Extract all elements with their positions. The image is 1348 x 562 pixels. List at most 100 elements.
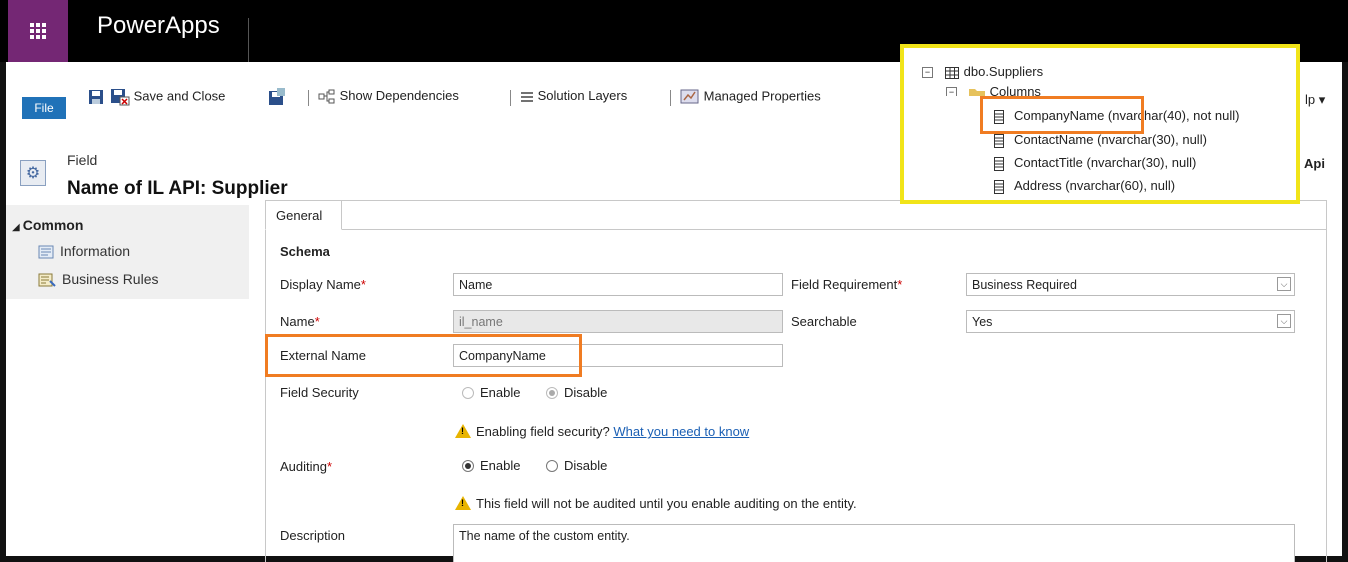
solution-layers-label: Solution Layers — [537, 88, 628, 103]
nav-item-label: Business Rules — [62, 271, 159, 287]
managed-properties-icon — [680, 89, 699, 104]
field-security-disable-radio[interactable]: Disable — [546, 385, 607, 400]
field-security-enable-radio[interactable]: Enable — [462, 385, 520, 400]
save-button[interactable] — [88, 88, 104, 105]
auditing-label: Auditing* — [280, 459, 332, 474]
nav-section-label: Common — [22, 217, 84, 233]
nav-item-business-rules[interactable]: Business Rules — [38, 271, 159, 288]
toolbar-divider — [308, 90, 309, 106]
tab-general[interactable]: General — [265, 200, 342, 230]
auditing-disable-radio[interactable]: Disable — [546, 458, 607, 473]
radio-icon — [462, 387, 474, 399]
tab-underline — [342, 229, 1327, 230]
header-right-text: Api — [1304, 156, 1325, 171]
warning-text: This field will not be audited until you… — [476, 496, 857, 511]
description-label: Description — [280, 528, 346, 543]
page-title: Name of IL API: Supplier — [67, 178, 288, 199]
radio-label: Disable — [564, 458, 608, 473]
save-close-icon — [111, 89, 130, 106]
what-you-need-to-know-link[interactable]: What you need to know — [613, 424, 749, 439]
field-requirement-label: Field Requirement* — [791, 277, 902, 292]
save-as-icon — [269, 88, 285, 105]
tree-node-columns-folder[interactable]: − Columns — [946, 84, 1041, 96]
column-label: Address (nvarchar(60), null) — [1014, 178, 1176, 193]
tree-node-column[interactable]: ContactTitle (nvarchar(30), null) — [994, 155, 1196, 171]
business-rules-icon — [38, 273, 56, 288]
toolbar-divider — [510, 90, 511, 106]
radio-label: Enable — [480, 385, 521, 400]
save-and-close-button[interactable]: Save and Close — [110, 88, 225, 106]
label-text: Display Name — [280, 277, 361, 292]
chevron-down-icon: ⌵ — [1277, 277, 1291, 291]
tree-node-column[interactable]: ContactName (nvarchar(30), null) — [994, 132, 1207, 148]
column-icon — [994, 179, 1004, 194]
solution-layers-button[interactable]: Solution Layers — [520, 88, 627, 104]
dependencies-icon — [318, 89, 335, 104]
form-icon — [38, 245, 54, 259]
nav-section-common[interactable]: ◢ Common — [12, 217, 83, 233]
managed-properties-label: Managed Properties — [703, 88, 821, 104]
field-security-label: Field Security — [280, 385, 359, 400]
save-as-button[interactable] — [268, 88, 286, 106]
radio-icon — [546, 460, 558, 472]
chevron-down-icon: ⌵ — [1277, 314, 1291, 328]
toolbar-divider — [670, 90, 671, 106]
searchable-label: Searchable — [791, 314, 857, 329]
company-name-column-highlight — [980, 96, 1144, 134]
collapse-icon: − — [922, 67, 933, 78]
show-dependencies-label: Show Dependencies — [339, 88, 459, 103]
column-icon — [994, 133, 1004, 148]
tree-node-column[interactable]: Address (nvarchar(60), null) — [994, 178, 1175, 194]
file-button[interactable]: File — [22, 97, 66, 119]
field-security-warning: Enabling field security? What you need t… — [455, 424, 749, 439]
app-title[interactable]: PowerApps — [97, 12, 220, 40]
nav-item-label: Information — [60, 243, 131, 259]
nav-item-information[interactable]: Information — [38, 243, 130, 259]
save-and-close-label: Save and Close — [133, 88, 226, 104]
description-textarea[interactable]: The name of the custom entity. — [453, 524, 1295, 562]
tree-folder-label: Columns — [989, 84, 1041, 96]
auditing-warning: This field will not be audited until you… — [455, 496, 857, 511]
required-marker: * — [897, 277, 903, 292]
record-type-label: Field — [67, 152, 98, 168]
layers-icon — [521, 91, 533, 102]
label-text: Auditing — [280, 459, 327, 474]
radio-icon — [546, 387, 558, 399]
label-text: Name — [280, 314, 315, 329]
collapse-icon: − — [946, 87, 957, 96]
field-requirement-select[interactable]: Business Required ⌵ — [966, 273, 1295, 296]
display-name-label: Display Name* — [280, 277, 366, 292]
tree-table-label: dbo.Suppliers — [963, 64, 1044, 79]
help-menu-button[interactable]: lp ▾ — [1305, 92, 1325, 108]
name-label: Name* — [280, 314, 320, 329]
app-launcher-button[interactable] — [8, 0, 68, 62]
warning-icon — [455, 424, 471, 438]
column-label: ContactName (nvarchar(30), null) — [1014, 132, 1207, 147]
display-name-input[interactable]: Name — [453, 273, 783, 296]
name-input: il_name — [453, 310, 783, 333]
warning-icon — [455, 496, 471, 510]
warning-text: Enabling field security? — [476, 424, 610, 439]
tree-node-table[interactable]: − dbo.Suppliers — [922, 64, 1043, 79]
searchable-select[interactable]: Yes ⌵ — [966, 310, 1295, 333]
folder-icon — [968, 88, 985, 96]
required-marker: * — [360, 277, 366, 292]
select-value: Yes — [972, 315, 993, 329]
section-title: Schema — [280, 244, 330, 259]
top-divider — [248, 18, 249, 62]
external-name-highlight — [265, 334, 582, 377]
managed-properties-button[interactable]: Managed Properties — [680, 88, 821, 106]
radio-label: Disable — [564, 385, 608, 400]
required-marker: * — [326, 459, 333, 474]
label-text: Field Requirement — [791, 277, 898, 292]
radio-label: Enable — [480, 458, 521, 473]
column-icon — [994, 156, 1004, 171]
auditing-enable-radio[interactable]: Enable — [462, 458, 520, 473]
collapse-triangle-icon: ◢ — [12, 222, 20, 233]
select-value: Business Required — [972, 278, 1077, 292]
required-marker: * — [314, 314, 320, 329]
field-gear-icon: ⚙ — [20, 160, 46, 186]
waffle-icon — [30, 23, 46, 39]
table-icon — [944, 66, 959, 79]
show-dependencies-button[interactable]: Show Dependencies — [318, 88, 459, 105]
